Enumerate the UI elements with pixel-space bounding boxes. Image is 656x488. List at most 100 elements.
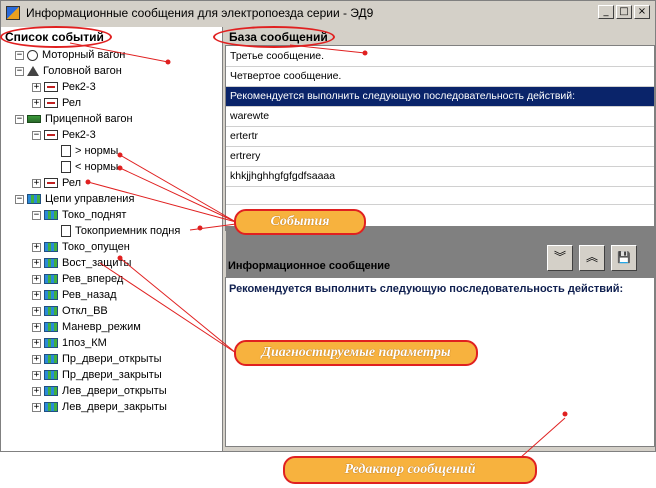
module-icon (44, 98, 58, 108)
document-icon (61, 161, 71, 173)
tree-item-label: Головной вагон (43, 65, 122, 77)
tree-item-label: < нормы (75, 161, 119, 173)
tree-item[interactable]: − Моторный вагон (15, 47, 125, 63)
expand-icon[interactable]: + (32, 306, 41, 316)
control-chain-icon (44, 306, 58, 316)
expand-icon[interactable]: + (32, 354, 41, 364)
message-row[interactable]: ertrery (226, 147, 654, 167)
app-icon (6, 6, 20, 20)
tree-item[interactable]: + Рев_вперед (32, 271, 123, 287)
document-icon (61, 145, 71, 157)
tree-item[interactable]: − Прицепной вагон (15, 111, 133, 127)
tree-item[interactable]: + Вост_защиты (32, 255, 131, 271)
message-row[interactable]: khkjjhghhgfgfgdfsaaaa (226, 167, 654, 187)
message-row[interactable]: warewte (226, 107, 654, 127)
close-button[interactable]: × (634, 5, 650, 19)
diagnostic-params-callout: Диагностируемые параметры (234, 340, 478, 366)
tree-item[interactable]: > нормы (49, 143, 118, 159)
maximize-button[interactable]: □ (616, 5, 632, 19)
expand-icon[interactable]: + (32, 98, 41, 108)
expand-icon[interactable]: + (32, 386, 41, 396)
tree-item-label: Лев_двери_закрыты (62, 401, 167, 413)
tree-item-label: Рек2-3 (62, 81, 96, 93)
move-up-button[interactable]: ︽ (579, 245, 605, 271)
move-down-button[interactable]: ︾ (547, 245, 573, 271)
message-editor-text[interactable]: Рекомендуется выполнить следующую послед… (229, 282, 649, 296)
tree-item-label: Пр_двери_закрыты (62, 369, 162, 381)
tree-item-label: Токоприемник подня (75, 225, 181, 237)
message-row[interactable]: ertertr (226, 127, 654, 147)
expand-icon[interactable]: + (32, 338, 41, 348)
expand-icon[interactable]: + (32, 242, 41, 252)
control-chain-icon (44, 370, 58, 380)
tree-item-label: Лев_двери_открыты (62, 385, 167, 397)
tree-item[interactable]: Токоприемник подня (49, 223, 180, 239)
tree-item[interactable]: + Лев_двери_закрыты (32, 399, 167, 415)
tree-item[interactable]: + Рек2-3 (32, 79, 96, 95)
expand-icon[interactable]: + (32, 178, 41, 188)
tree-item[interactable]: + Токо_опущен (32, 239, 130, 255)
expand-icon[interactable]: + (32, 274, 41, 284)
floppy-save-icon: 💾 (617, 251, 631, 264)
document-icon (61, 225, 71, 237)
message-row[interactable]: Рекомендуется выполнить следующую послед… (226, 87, 654, 107)
tree-item[interactable]: + Откл_ВВ (32, 303, 108, 319)
message-row[interactable]: Четвертое сообщение. (226, 67, 654, 87)
tree-item[interactable]: − Рек2-3 (32, 127, 96, 143)
save-button[interactable]: 💾 (611, 245, 637, 271)
tree-item[interactable]: − Токо_поднят (32, 207, 126, 223)
control-chain-icon (44, 322, 58, 332)
messages-header-highlight (213, 26, 335, 48)
module-icon (44, 82, 58, 92)
tree-item[interactable]: − Цепи управления (15, 191, 134, 207)
collapse-icon[interactable]: − (15, 194, 24, 204)
expand-icon[interactable]: + (32, 402, 41, 412)
window-title: Информационные сообщения для электропоез… (26, 6, 374, 20)
expand-icon[interactable]: + (32, 370, 41, 380)
tree-item[interactable]: − Головной вагон (15, 63, 122, 79)
tree-item-label: Маневр_режим (62, 321, 141, 333)
tree-item[interactable]: +1поз_КМ (32, 335, 107, 351)
tree-item[interactable]: + Пр_двери_открыты (32, 351, 161, 367)
tree-item[interactable]: + Рев_назад (32, 287, 117, 303)
tree-item[interactable]: + Пр_двери_закрыты (32, 367, 162, 383)
head-car-icon (27, 66, 39, 76)
expand-icon[interactable]: + (32, 290, 41, 300)
minimize-button[interactable]: _ (598, 5, 614, 19)
tree-item-label: > нормы (75, 145, 119, 157)
tree-item[interactable]: + Лев_двери_открыты (32, 383, 167, 399)
messages-pane: База сообщений Третье сообщение. Четверто… (225, 27, 656, 451)
control-chain-icon (44, 242, 58, 252)
tree-item-label: Рек2-3 (62, 129, 96, 141)
collapse-icon[interactable]: − (32, 210, 41, 220)
double-chevron-down-icon: ︾ (553, 250, 566, 264)
collapse-icon[interactable]: − (15, 50, 24, 60)
expand-icon[interactable]: + (32, 258, 41, 268)
control-chain-icon (44, 290, 58, 300)
message-row[interactable]: Третье сообщение. (226, 47, 654, 67)
info-message-label: Информационное сообщение (228, 260, 391, 272)
tree-item[interactable]: + Рел (32, 95, 81, 111)
tree-item[interactable]: < нормы (49, 159, 118, 175)
events-callout: События (234, 209, 366, 235)
tree-item-label: Рев_назад (62, 289, 117, 301)
expand-icon[interactable]: + (32, 322, 41, 332)
control-chain-icon (44, 386, 58, 396)
tree-item-label: Токо_поднят (62, 209, 127, 221)
collapse-icon[interactable]: − (32, 130, 41, 140)
tree-item-label: Прицепной вагон (45, 113, 133, 125)
tree-item-label: Вост_защиты (62, 257, 132, 269)
events-tree-pane: Список событий − Моторный вагон − Головной … (1, 27, 223, 451)
message-row[interactable] (226, 187, 654, 205)
events-header-highlight (0, 26, 112, 48)
double-chevron-up-icon: ︽ (585, 250, 598, 264)
tree-item[interactable]: + Рел (32, 175, 81, 191)
messages-list[interactable]: Третье сообщение. Четвертое сообщение. Рек… (225, 45, 656, 282)
tree-item[interactable]: + Маневр_режим (32, 319, 141, 335)
expand-icon[interactable]: + (32, 82, 41, 92)
tree-item-label: Цепи управления (45, 193, 135, 205)
collapse-icon[interactable]: − (15, 114, 24, 124)
collapse-icon[interactable]: − (15, 66, 24, 76)
control-chain-icon (27, 194, 41, 204)
tree-item-label: Откл_ВВ (62, 305, 108, 317)
